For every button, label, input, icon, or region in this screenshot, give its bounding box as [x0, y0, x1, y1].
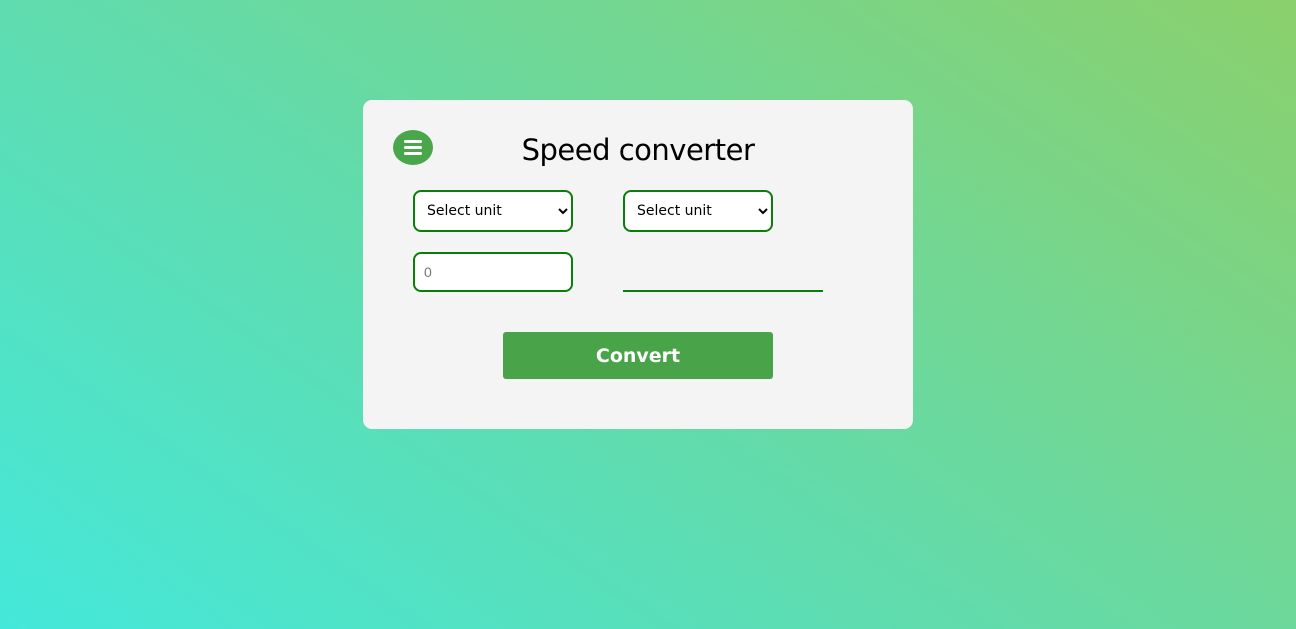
result-output — [623, 260, 823, 292]
to-unit-select[interactable]: Select unit — [623, 190, 773, 232]
convert-button[interactable]: Convert — [503, 332, 773, 379]
from-unit-select[interactable]: Select unit — [413, 190, 573, 232]
page-title: Speed converter — [521, 133, 755, 167]
speed-input[interactable] — [413, 252, 573, 292]
converter-card: Speed converter Select unit Select unit … — [363, 100, 913, 429]
